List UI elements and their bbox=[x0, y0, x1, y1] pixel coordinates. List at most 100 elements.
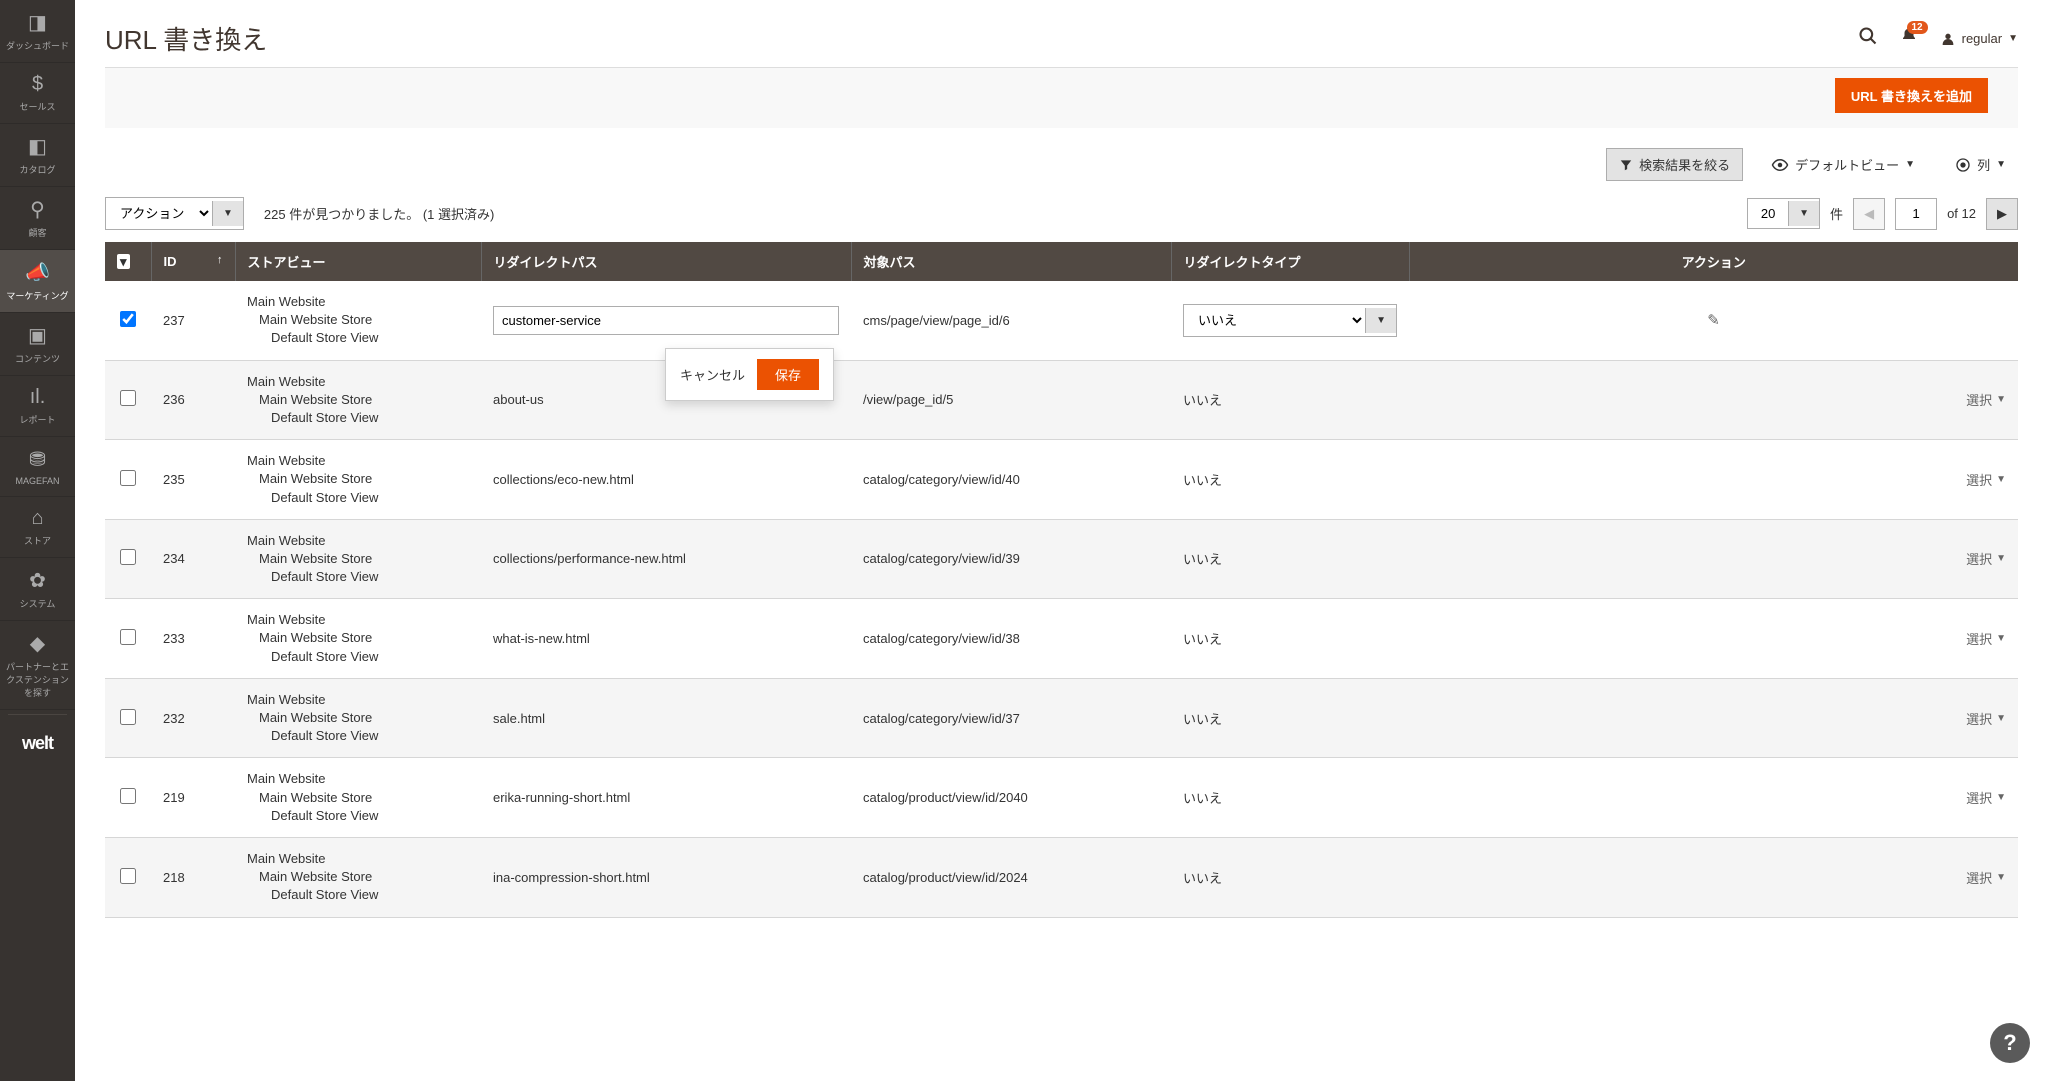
sidebar-item-6[interactable]: ıl.レポート bbox=[0, 376, 75, 437]
col-header-store-view[interactable]: ストアビュー bbox=[235, 242, 481, 281]
user-menu[interactable]: regular ▼ bbox=[1940, 31, 2018, 47]
table-row[interactable]: 219Main WebsiteMain Website StoreDefault… bbox=[105, 758, 2018, 838]
edit-icon[interactable]: ✎ bbox=[1707, 312, 1720, 329]
prev-page-button[interactable]: ◀ bbox=[1853, 198, 1885, 230]
cell-id: 235 bbox=[151, 440, 235, 520]
cell-action: 選択▼ bbox=[1409, 360, 2018, 440]
sidebar-item-2[interactable]: ◧カタログ bbox=[0, 124, 75, 187]
cell-redirect-type: いいえ bbox=[1171, 599, 1409, 679]
per-page-handle[interactable]: ▼ bbox=[1788, 201, 1819, 226]
table-row[interactable]: 233Main WebsiteMain Website StoreDefault… bbox=[105, 599, 2018, 679]
table-row[interactable]: 235Main WebsiteMain Website StoreDefault… bbox=[105, 440, 2018, 520]
page-number-input[interactable] bbox=[1895, 198, 1937, 230]
redirect-type-select[interactable]: いいえ▼ bbox=[1183, 304, 1397, 337]
row-action-select[interactable]: 選択▼ bbox=[1966, 390, 2006, 409]
table-row[interactable]: 237Main WebsiteMain Website StoreDefault… bbox=[105, 281, 2018, 360]
mass-actions-select[interactable]: アクション ▼ bbox=[105, 197, 244, 230]
sidebar-item-8[interactable]: ⌂ストア bbox=[0, 497, 75, 558]
request-path-input[interactable] bbox=[493, 306, 839, 335]
row-checkbox[interactable] bbox=[120, 629, 136, 645]
col-header-id[interactable]: ID↑ bbox=[151, 242, 235, 281]
add-url-rewrite-button[interactable]: URL 書き換えを追加 bbox=[1835, 78, 1988, 113]
filter-button[interactable]: 検索結果を絞る bbox=[1606, 148, 1743, 181]
page-actions-bar: URL 書き換えを追加 bbox=[105, 67, 2018, 128]
table-row[interactable]: 232Main WebsiteMain Website StoreDefault… bbox=[105, 678, 2018, 758]
help-icon: ? bbox=[2003, 1030, 2016, 1056]
row-action-select[interactable]: 選択▼ bbox=[1966, 470, 2006, 489]
inline-edit-cancel-button[interactable]: キャンセル bbox=[680, 359, 745, 390]
per-page-select[interactable]: ▼ bbox=[1747, 198, 1820, 229]
caret-down-icon: ▼ bbox=[2008, 33, 2018, 44]
row-checkbox[interactable] bbox=[120, 390, 136, 406]
col-header-redirect-type[interactable]: リダイレクトタイプ bbox=[1171, 242, 1409, 281]
sidebar-icon: ▣ bbox=[28, 323, 47, 348]
sidebar-item-5[interactable]: ▣コンテンツ bbox=[0, 313, 75, 376]
next-page-button[interactable]: ▶ bbox=[1986, 198, 2018, 230]
notifications-icon[interactable]: 12 bbox=[1900, 27, 1918, 50]
cell-store-view: Main WebsiteMain Website StoreDefault St… bbox=[235, 599, 481, 679]
cell-request-path: collections/performance-new.html bbox=[481, 519, 851, 599]
sidebar-item-10[interactable]: ◆パートナーとエクステンションを探す bbox=[0, 621, 75, 710]
table-row[interactable]: 218Main WebsiteMain Website StoreDefault… bbox=[105, 837, 2018, 917]
sidebar-item-9[interactable]: ✿システム bbox=[0, 558, 75, 621]
cell-store-view: Main WebsiteMain Website StoreDefault St… bbox=[235, 281, 481, 360]
sidebar-icon: $ bbox=[32, 73, 43, 96]
row-checkbox[interactable] bbox=[120, 709, 136, 725]
sidebar-label: マーケティング bbox=[6, 289, 68, 302]
cell-action: 選択▼ bbox=[1409, 519, 2018, 599]
col-header-action: アクション bbox=[1409, 242, 2018, 281]
row-action-select[interactable]: 選択▼ bbox=[1966, 788, 2006, 807]
cell-action: 選択▼ bbox=[1409, 440, 2018, 520]
sidebar-label: パートナーとエクステンションを探す bbox=[2, 660, 73, 699]
row-action-select[interactable]: 選択▼ bbox=[1966, 549, 2006, 568]
help-fab[interactable]: ? bbox=[1990, 1023, 2030, 1063]
cell-store-view: Main WebsiteMain Website StoreDefault St… bbox=[235, 837, 481, 917]
username-label: regular bbox=[1962, 31, 2002, 46]
row-checkbox[interactable] bbox=[120, 470, 136, 486]
sidebar-icon: ⛃ bbox=[29, 447, 46, 472]
col-header-request-path[interactable]: リダイレクトパス bbox=[481, 242, 851, 281]
table-row[interactable]: 234Main WebsiteMain Website StoreDefault… bbox=[105, 519, 2018, 599]
cell-store-view: Main WebsiteMain Website StoreDefault St… bbox=[235, 440, 481, 520]
col-header-checkbox[interactable]: ▾ bbox=[105, 242, 151, 281]
select-handle[interactable]: ▼ bbox=[1365, 308, 1396, 333]
default-view-button[interactable]: デフォルトビュー ▼ bbox=[1759, 149, 1927, 180]
cell-target-path: catalog/category/view/id/37 bbox=[851, 678, 1171, 758]
sidebar-label: ストア bbox=[24, 534, 51, 547]
row-action-select[interactable]: 選択▼ bbox=[1966, 709, 2006, 728]
mass-actions-handle[interactable]: ▼ bbox=[212, 201, 243, 226]
grid-controls: アクション ▼ 225 件が見つかりました。 (1 選択済み) ▼ 件 ◀ of… bbox=[75, 191, 2048, 242]
search-icon[interactable] bbox=[1858, 26, 1878, 51]
cell-id: 218 bbox=[151, 837, 235, 917]
row-checkbox[interactable] bbox=[120, 868, 136, 884]
selected-info-label: (1 選択済み) bbox=[423, 207, 495, 222]
cell-target-path: catalog/category/view/id/38 bbox=[851, 599, 1171, 679]
sidebar-item-4[interactable]: 📣マーケティング bbox=[0, 250, 75, 313]
sidebar-item-0[interactable]: ◨ダッシュボード bbox=[0, 0, 75, 63]
grid-toolbar: 検索結果を絞る デフォルトビュー ▼ 列 ▼ bbox=[75, 128, 2048, 191]
sidebar-item-7[interactable]: ⛃ MAGEFAN bbox=[0, 437, 75, 497]
url-rewrite-grid: ▾ ID↑ ストアビュー リダイレクトパス 対象パス リダイレクトタイプ アクシ… bbox=[105, 242, 2018, 918]
cell-id: 237 bbox=[151, 281, 235, 360]
row-action-select[interactable]: 選択▼ bbox=[1966, 868, 2006, 887]
columns-button[interactable]: 列 ▼ bbox=[1943, 149, 2018, 180]
sidebar-label: MAGEFAN bbox=[15, 476, 59, 486]
columns-label: 列 bbox=[1977, 155, 1990, 174]
table-row[interactable]: 236Main WebsiteMain Website StoreDefault… bbox=[105, 360, 2018, 440]
sidebar-item-3[interactable]: ⚲顧客 bbox=[0, 187, 75, 250]
per-page-suffix: 件 bbox=[1830, 204, 1843, 223]
row-checkbox[interactable] bbox=[120, 311, 136, 327]
cell-redirect-type: いいえ bbox=[1171, 837, 1409, 917]
inline-edit-save-button[interactable]: 保存 bbox=[757, 359, 819, 390]
col-header-target-path[interactable]: 対象パス bbox=[851, 242, 1171, 281]
row-checkbox[interactable] bbox=[120, 788, 136, 804]
cell-redirect-type: いいえ bbox=[1171, 360, 1409, 440]
per-page-input[interactable] bbox=[1748, 199, 1788, 228]
row-checkbox[interactable] bbox=[120, 549, 136, 565]
sidebar-item-1[interactable]: $セールス bbox=[0, 63, 75, 124]
cell-request-path: what-is-new.html bbox=[481, 599, 851, 679]
cell-store-view: Main WebsiteMain Website StoreDefault St… bbox=[235, 678, 481, 758]
records-found-label: 225 件が見つかりました。 bbox=[264, 207, 419, 222]
cell-redirect-type: いいえ bbox=[1171, 440, 1409, 520]
row-action-select[interactable]: 選択▼ bbox=[1966, 629, 2006, 648]
